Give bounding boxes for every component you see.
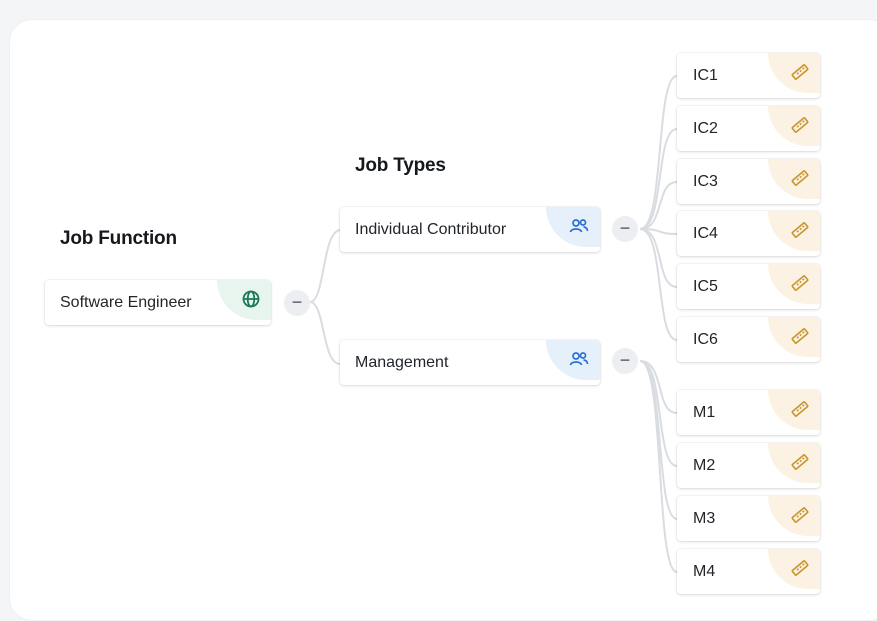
collapse-toggle-software-engineer[interactable]: − xyxy=(284,290,310,316)
globe-icon xyxy=(242,290,260,308)
node-icon-badge xyxy=(217,280,271,320)
node-label: IC2 xyxy=(693,119,718,137)
ruler-icon xyxy=(791,454,809,470)
node-individual-contributor[interactable]: Individual Contributor xyxy=(340,207,600,252)
node-level-ic3[interactable]: IC3 xyxy=(677,159,820,204)
node-icon-badge xyxy=(768,106,820,146)
node-icon-badge xyxy=(546,340,600,380)
users-icon xyxy=(569,219,589,233)
node-icon-badge xyxy=(768,159,820,199)
node-icon-badge xyxy=(768,211,820,251)
collapse-toggle-individual-contributor[interactable]: − xyxy=(612,216,638,242)
node-label: M2 xyxy=(693,456,716,474)
node-label: IC1 xyxy=(693,66,718,84)
node-icon-badge xyxy=(768,264,820,304)
node-software-engineer[interactable]: Software Engineer xyxy=(45,280,271,325)
job-types-heading: Job Types xyxy=(355,155,446,176)
node-level-ic2[interactable]: IC2 xyxy=(677,106,820,151)
ruler-icon xyxy=(791,560,809,576)
node-label: Software Engineer xyxy=(60,293,192,311)
node-level-m3[interactable]: M3 xyxy=(677,496,820,541)
node-label: Individual Contributor xyxy=(355,220,507,238)
node-icon-badge xyxy=(768,549,820,589)
ruler-icon xyxy=(791,507,809,523)
node-label: IC6 xyxy=(693,330,718,348)
node-icon-badge xyxy=(768,496,820,536)
node-label: IC4 xyxy=(693,224,718,242)
node-level-ic5[interactable]: IC5 xyxy=(677,264,820,309)
node-label: M3 xyxy=(693,509,716,527)
ruler-icon xyxy=(791,401,809,417)
node-level-m2[interactable]: M2 xyxy=(677,443,820,488)
job-function-heading: Job Function xyxy=(60,228,177,249)
ruler-icon xyxy=(791,170,809,186)
node-level-ic1[interactable]: IC1 xyxy=(677,53,820,98)
node-label: M4 xyxy=(693,562,716,580)
node-label: IC5 xyxy=(693,277,718,295)
node-level-m4[interactable]: M4 xyxy=(677,549,820,594)
node-level-ic4[interactable]: IC4 xyxy=(677,211,820,256)
node-label: Management xyxy=(355,353,449,371)
node-icon-badge xyxy=(768,53,820,93)
ruler-icon xyxy=(791,117,809,133)
node-icon-badge xyxy=(768,317,820,357)
ruler-icon xyxy=(791,222,809,238)
ruler-icon xyxy=(791,275,809,291)
node-icon-badge xyxy=(546,207,600,247)
ruler-icon xyxy=(791,64,809,80)
users-icon xyxy=(569,352,589,366)
node-icon-badge xyxy=(768,390,820,430)
collapse-toggle-management[interactable]: − xyxy=(612,348,638,374)
node-label: M1 xyxy=(693,403,716,421)
node-level-ic6[interactable]: IC6 xyxy=(677,317,820,362)
node-level-m1[interactable]: M1 xyxy=(677,390,820,435)
node-icon-badge xyxy=(768,443,820,483)
node-management[interactable]: Management xyxy=(340,340,600,385)
ruler-icon xyxy=(791,328,809,344)
node-label: IC3 xyxy=(693,172,718,190)
